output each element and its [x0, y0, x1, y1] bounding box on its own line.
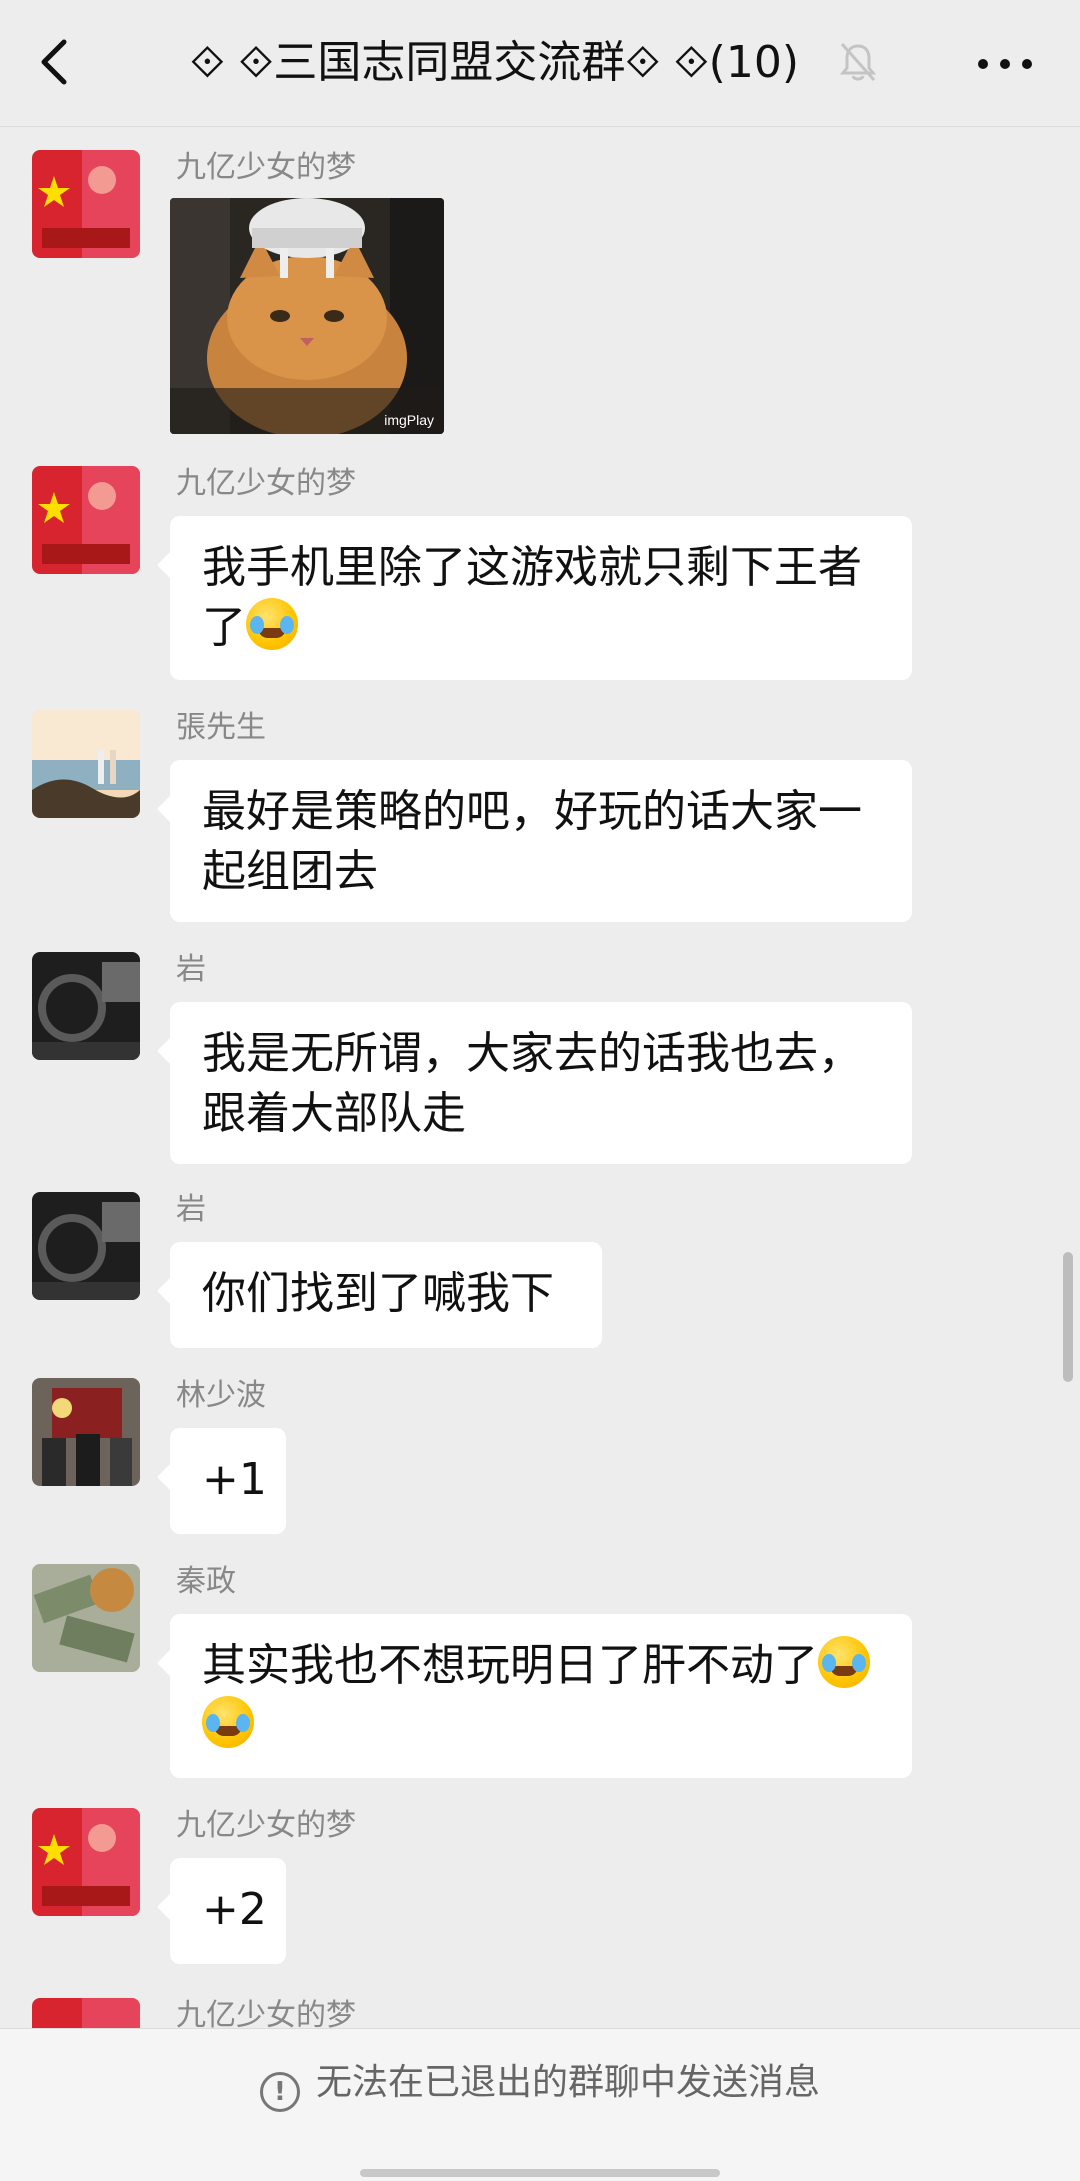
home-indicator[interactable] [360, 2169, 720, 2177]
message-text-line: 起组团去 [202, 846, 378, 897]
back-button[interactable] [34, 30, 78, 94]
message-bubble[interactable]: 你们找到了喊我下 [157, 1242, 602, 1348]
message-bubble[interactable]: +1 [157, 1428, 286, 1534]
sender-name: 九亿少女的梦 [176, 1808, 356, 1843]
chevron-left-icon [41, 39, 67, 85]
message-text-line: +2 [202, 1884, 267, 1935]
message-bubble[interactable]: 最好是策略的吧，好玩的话大家一 起组团去 [157, 760, 912, 922]
chat-footer: ! 无法在已退出的群聊中发送消息 [0, 2028, 1080, 2181]
avatar[interactable] [32, 150, 140, 258]
message-text-line: 我手机里除了这游戏就只剩下王者 [202, 542, 862, 593]
avatar[interactable] [32, 710, 140, 818]
message-text-line: 我是无所谓，大家去的话我也去， [202, 1028, 862, 1079]
sender-name: 岩 [176, 1192, 206, 1227]
sender-name: 張先生 [176, 710, 266, 745]
exited-notice: ! 无法在已退出的群聊中发送消息 [0, 2059, 1080, 2112]
sender-name: 九亿少女的梦 [176, 466, 356, 501]
avatar[interactable] [32, 1192, 140, 1300]
message-text-line: 其实我也不想玩明日了肝不动了 [202, 1640, 818, 1691]
scrollbar[interactable] [1063, 1252, 1073, 1382]
image-caption: imgPlay [384, 412, 434, 428]
message-text-line: 最好是策略的吧，好玩的话大家一 [202, 786, 862, 837]
avatar[interactable] [32, 466, 140, 574]
exited-notice-text: 无法在已退出的群聊中发送消息 [315, 2062, 820, 2103]
sender-name: 九亿少女的梦 [176, 150, 356, 185]
more-dots-icon [978, 59, 1032, 69]
message-bubble[interactable]: 我手机里除了这游戏就只剩下王者 了 [157, 516, 912, 680]
sender-name: 林少波 [176, 1378, 266, 1413]
chat-title: ⟐ ⟐三国志同盟交流群⟐ ⟐(10) [190, 37, 799, 88]
more-options-button[interactable] [975, 44, 1035, 84]
sender-name: 秦政 [176, 1564, 236, 1599]
avatar[interactable] [32, 952, 140, 1060]
message-bubble[interactable]: +2 [157, 1858, 286, 1964]
message-bubble[interactable]: 我是无所谓，大家去的话我也去， 跟着大部队走 [157, 1002, 912, 1164]
message-text-line: 跟着大部队走 [202, 1088, 466, 1139]
message-text-line: +1 [202, 1454, 267, 1505]
message-text-line: 了 [202, 602, 246, 653]
sender-name: 岩 [176, 952, 206, 987]
message-bubble[interactable]: 其实我也不想玩明日了肝不动了 [157, 1614, 912, 1778]
exclamation-circle-icon: ! [259, 2072, 300, 2112]
chat-header: ⟐ ⟐三国志同盟交流群⟐ ⟐(10) [0, 0, 1080, 127]
crying-laughing-emoji-icon [818, 1636, 870, 1688]
message-text-line: 你们找到了喊我下 [202, 1268, 554, 1319]
crying-laughing-emoji-icon [202, 1696, 254, 1748]
avatar[interactable] [32, 1378, 140, 1486]
bell-muted-icon [838, 40, 878, 84]
avatar[interactable] [32, 1564, 140, 1672]
avatar[interactable] [32, 1808, 140, 1916]
image-message[interactable]: imgPlay [170, 198, 444, 434]
crying-laughing-emoji-icon [246, 598, 298, 650]
